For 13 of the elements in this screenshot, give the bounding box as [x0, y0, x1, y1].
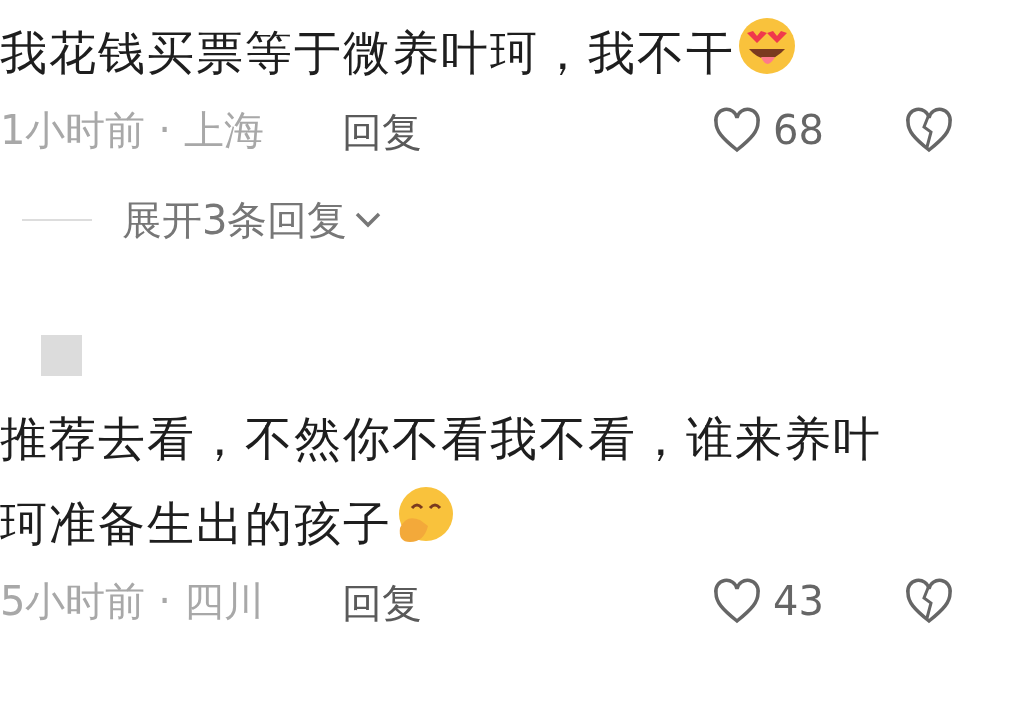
like-count: 68 [773, 106, 825, 155]
like-count: 43 [773, 577, 825, 626]
broken-heart-icon[interactable] [903, 106, 955, 154]
like-heart-icon[interactable] [711, 106, 763, 154]
expand-replies-button[interactable]: 展开3条回复 [122, 190, 384, 250]
reply-link[interactable]: 回复 [342, 572, 422, 633]
comment-time-location: 5小时前 · 四川 [0, 577, 265, 626]
like-heart-icon[interactable] [711, 577, 763, 625]
comment-time-location: 1小时前 · 上海 [0, 106, 265, 155]
reply-link[interactable]: 回复 [342, 101, 422, 162]
comment-text: 推荐去看，不然你不看我不看，谁来养叶珂准备生出的孩子 [0, 411, 882, 551]
comment-text: 我花钱买票等于微养叶珂，我不干 [0, 25, 735, 80]
broken-heart-icon[interactable] [903, 577, 955, 625]
